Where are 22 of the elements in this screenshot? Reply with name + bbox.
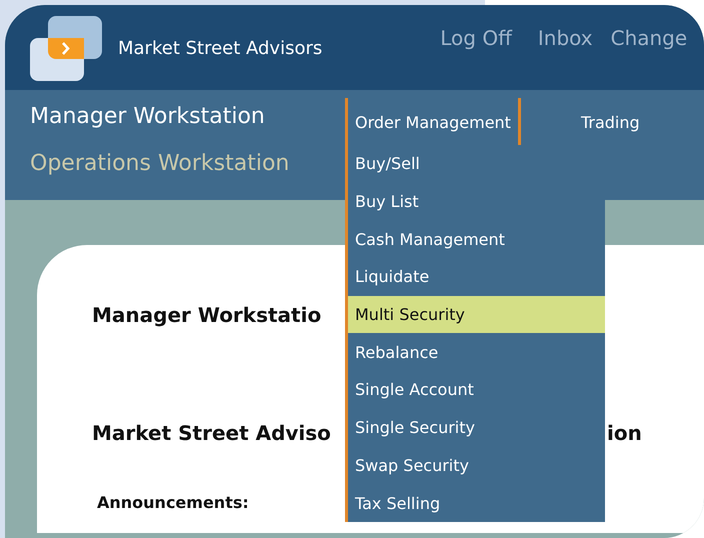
menu-item[interactable]: Swap Security (348, 446, 605, 484)
header-link[interactable]: Inbox (538, 26, 593, 50)
menu-item[interactable]: Multi Security (348, 296, 605, 334)
menu-item[interactable]: Single Account (348, 371, 605, 409)
workstation-link[interactable]: Operations Workstation (30, 151, 290, 176)
menu-item[interactable]: Rebalance (348, 333, 605, 372)
page-heading: Manager Workstatio (92, 303, 322, 327)
menu-item[interactable]: Buy/Sell (348, 145, 605, 183)
workstation-link[interactable]: Manager Workstation (30, 104, 265, 129)
menu-item[interactable]: Liquidate (348, 258, 605, 296)
menu-item[interactable]: Tax Selling (348, 484, 605, 522)
menu-item[interactable]: Cash Management (348, 220, 605, 258)
announcements-label: Announcements: (97, 493, 249, 512)
header-link[interactable]: Change (610, 26, 688, 50)
menu-item[interactable]: Single Security (348, 408, 605, 446)
page-subheading: ion (607, 421, 642, 445)
logo-icon (28, 14, 104, 82)
brand-name: Market Street Advisors (118, 38, 322, 59)
menu-tab[interactable]: Trading (570, 98, 650, 146)
menu-item[interactable]: Buy List (348, 182, 605, 220)
header-link[interactable]: Log Off (440, 26, 512, 50)
page-subheading: Market Street Adviso (92, 421, 332, 445)
